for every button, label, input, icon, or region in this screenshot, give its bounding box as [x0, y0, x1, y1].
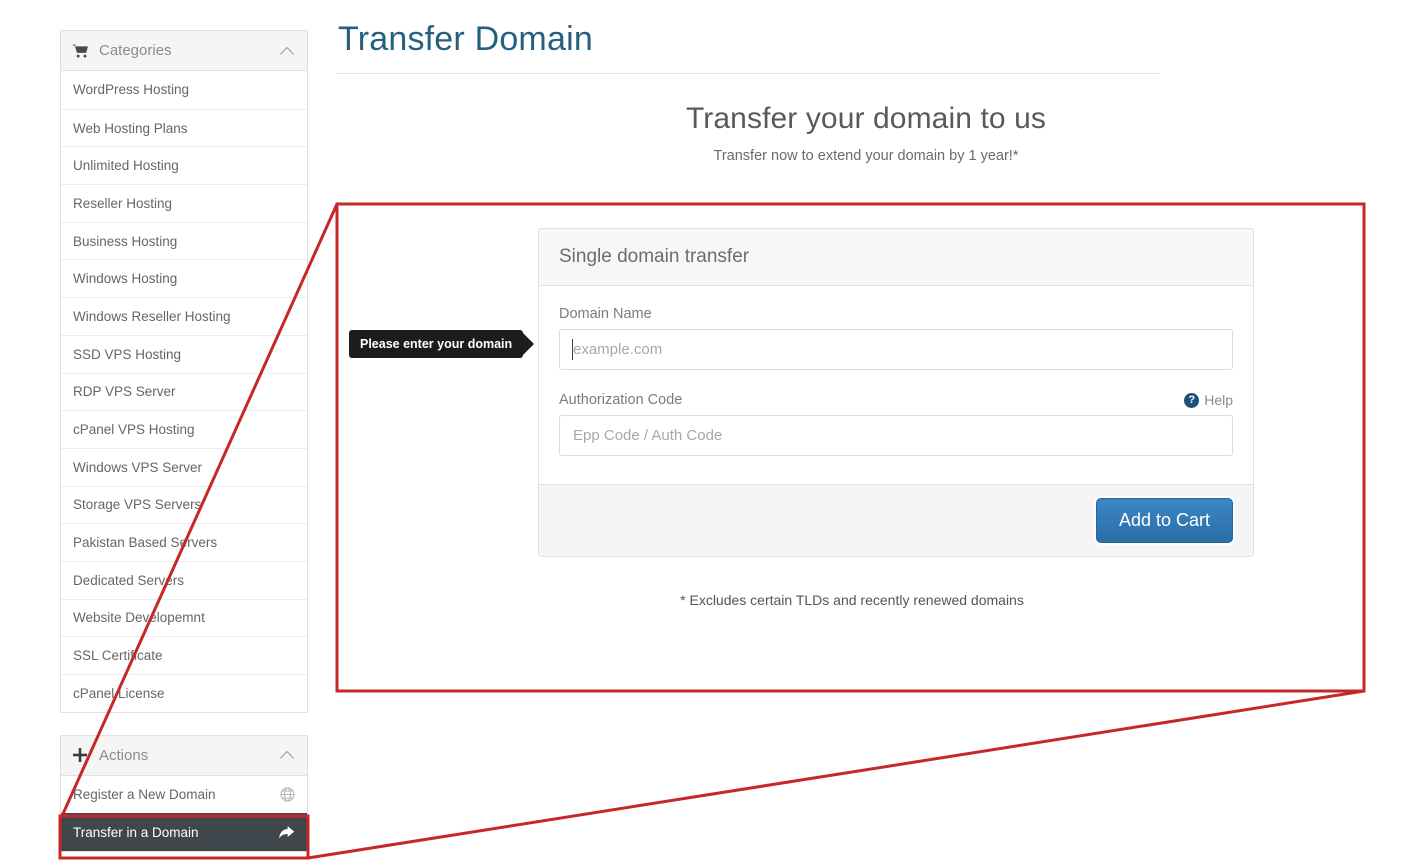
sidebar-item-pakistan-based-servers[interactable]: Pakistan Based Servers	[61, 523, 307, 561]
card-footer: Add to Cart	[539, 484, 1253, 556]
sidebar-item-windows-reseller-hosting[interactable]: Windows Reseller Hosting	[61, 297, 307, 335]
sidebar-item-ssl-certificate[interactable]: SSL Certificate	[61, 636, 307, 674]
sidebar-item-label: Transfer in a Domain	[73, 825, 199, 841]
add-to-cart-button[interactable]: Add to Cart	[1095, 498, 1233, 543]
sidebar-item-rdp-vps-server[interactable]: RDP VPS Server	[61, 372, 307, 411]
title-divider	[336, 73, 1160, 74]
chevron-up-icon[interactable]	[281, 748, 295, 762]
sidebar-item-wordpress-hosting[interactable]: WordPress Hosting	[61, 71, 307, 109]
actions-panel: Actions Register a New Domain Transfer in…	[60, 734, 308, 853]
hero-title: Transfer your domain to us	[686, 102, 1046, 135]
validation-tooltip: Please enter your domain	[349, 330, 535, 358]
domain-name-field-wrapper	[559, 329, 1233, 370]
sidebar-item-unlimited-hosting[interactable]: Unlimited Hosting	[61, 146, 307, 185]
sidebar-item-web-hosting-plans[interactable]: Web Hosting Plans	[61, 108, 307, 147]
authorization-code-label: Authorization Code	[559, 392, 683, 408]
actions-panel-title: Actions	[99, 746, 149, 764]
sidebar-item-business-hosting[interactable]: Business Hosting	[61, 221, 307, 260]
sidebar-item-label: RDP VPS Server	[73, 384, 176, 400]
sidebar-item-label: Business Hosting	[73, 233, 178, 249]
authorization-code-input[interactable]	[559, 415, 1233, 456]
question-circle-icon: ?	[1184, 392, 1200, 408]
share-arrow-icon	[278, 825, 295, 840]
sidebar-item-cpanel-license[interactable]: cPanel License	[61, 674, 307, 712]
sidebar-item-label: Dedicated Servers	[73, 572, 185, 588]
categories-panel: Categories WordPress Hosting Web Hosting …	[60, 30, 308, 713]
domain-name-label-row: Domain Name	[559, 306, 1233, 322]
sidebar-item-label: Pakistan Based Servers	[73, 535, 218, 551]
sidebar: Categories WordPress Hosting Web Hosting …	[60, 30, 308, 867]
sidebar-item-windows-hosting[interactable]: Windows Hosting	[61, 259, 307, 298]
authorization-code-field-wrapper	[559, 415, 1233, 456]
globe-icon	[280, 787, 295, 802]
sidebar-item-label: Windows VPS Server	[73, 459, 203, 475]
help-link-label: Help	[1204, 392, 1233, 408]
main-content: Transfer Domain Transfer your domain to …	[336, 20, 1396, 196]
page-title: Transfer Domain	[338, 20, 593, 58]
help-link[interactable]: ? Help	[1184, 392, 1233, 408]
sidebar-item-windows-vps-server[interactable]: Windows VPS Server	[61, 447, 307, 486]
shopping-cart-icon	[73, 43, 93, 58]
card-header: Single domain transfer	[539, 229, 1253, 286]
card-body: Domain Name Authorization Code ? Help	[539, 286, 1253, 484]
hero-section: Transfer your domain to us Transfer now …	[336, 102, 1396, 164]
categories-panel-title: Categories	[99, 42, 172, 59]
sidebar-item-ssd-vps-hosting[interactable]: SSD VPS Hosting	[61, 334, 307, 373]
text-caret	[572, 339, 573, 360]
sidebar-item-label: Windows Reseller Hosting	[73, 308, 231, 324]
sidebar-item-dedicated-servers[interactable]: Dedicated Servers	[61, 560, 307, 599]
validation-tooltip-text: Please enter your domain	[360, 337, 513, 351]
sidebar-item-label: cPanel VPS Hosting	[73, 422, 195, 438]
single-domain-transfer-card: Single domain transfer Domain Name Autho…	[538, 228, 1254, 557]
sidebar-item-website-developemnt[interactable]: Website Developemnt	[61, 598, 307, 637]
categories-list: WordPress Hosting Web Hosting Plans Unlimi…	[61, 71, 307, 712]
sidebar-item-label: Storage VPS Servers	[73, 497, 202, 513]
authorization-code-label-row: Authorization Code ? Help	[559, 392, 1233, 408]
actions-list: Register a New Domain Transfer in a Domai…	[61, 775, 307, 852]
sidebar-item-cpanel-vps-hosting[interactable]: cPanel VPS Hosting	[61, 410, 307, 448]
categories-panel-header[interactable]: Categories	[61, 31, 307, 71]
app-root: Categories WordPress Hosting Web Hosting …	[0, 0, 1419, 867]
actions-panel-header[interactable]: Actions	[61, 735, 307, 776]
domain-name-input[interactable]	[559, 329, 1233, 370]
sidebar-item-label: Reseller Hosting	[73, 195, 173, 211]
sidebar-item-register-a-new-domain[interactable]: Register a New Domain	[61, 775, 307, 814]
footnote: * Excludes certain TLDs and recently ren…	[680, 592, 1024, 608]
sidebar-item-label: Unlimited Hosting	[73, 158, 179, 174]
hero-subtitle: Transfer now to extend your domain by 1 …	[713, 148, 1019, 164]
annotation-connector-bottom	[307, 689, 1365, 860]
domain-name-label: Domain Name	[559, 306, 652, 322]
sidebar-item-label: Web Hosting Plans	[73, 120, 188, 136]
sidebar-item-label: Website Developemnt	[73, 610, 205, 626]
plus-icon	[73, 748, 93, 763]
sidebar-item-label: SSD VPS Hosting	[73, 346, 182, 362]
chevron-up-icon[interactable]	[281, 44, 295, 58]
sidebar-item-reseller-hosting[interactable]: Reseller Hosting	[61, 184, 307, 222]
sidebar-item-transfer-in-a-domain[interactable]: Transfer in a Domain	[61, 813, 307, 852]
sidebar-item-label: SSL Certificate	[73, 648, 163, 664]
sidebar-item-label: Windows Hosting	[73, 271, 178, 287]
sidebar-item-storage-vps-servers[interactable]: Storage VPS Servers	[61, 485, 307, 524]
sidebar-item-label: Register a New Domain	[73, 787, 216, 803]
sidebar-item-label: WordPress Hosting	[73, 82, 190, 98]
sidebar-item-label: cPanel License	[73, 685, 165, 701]
